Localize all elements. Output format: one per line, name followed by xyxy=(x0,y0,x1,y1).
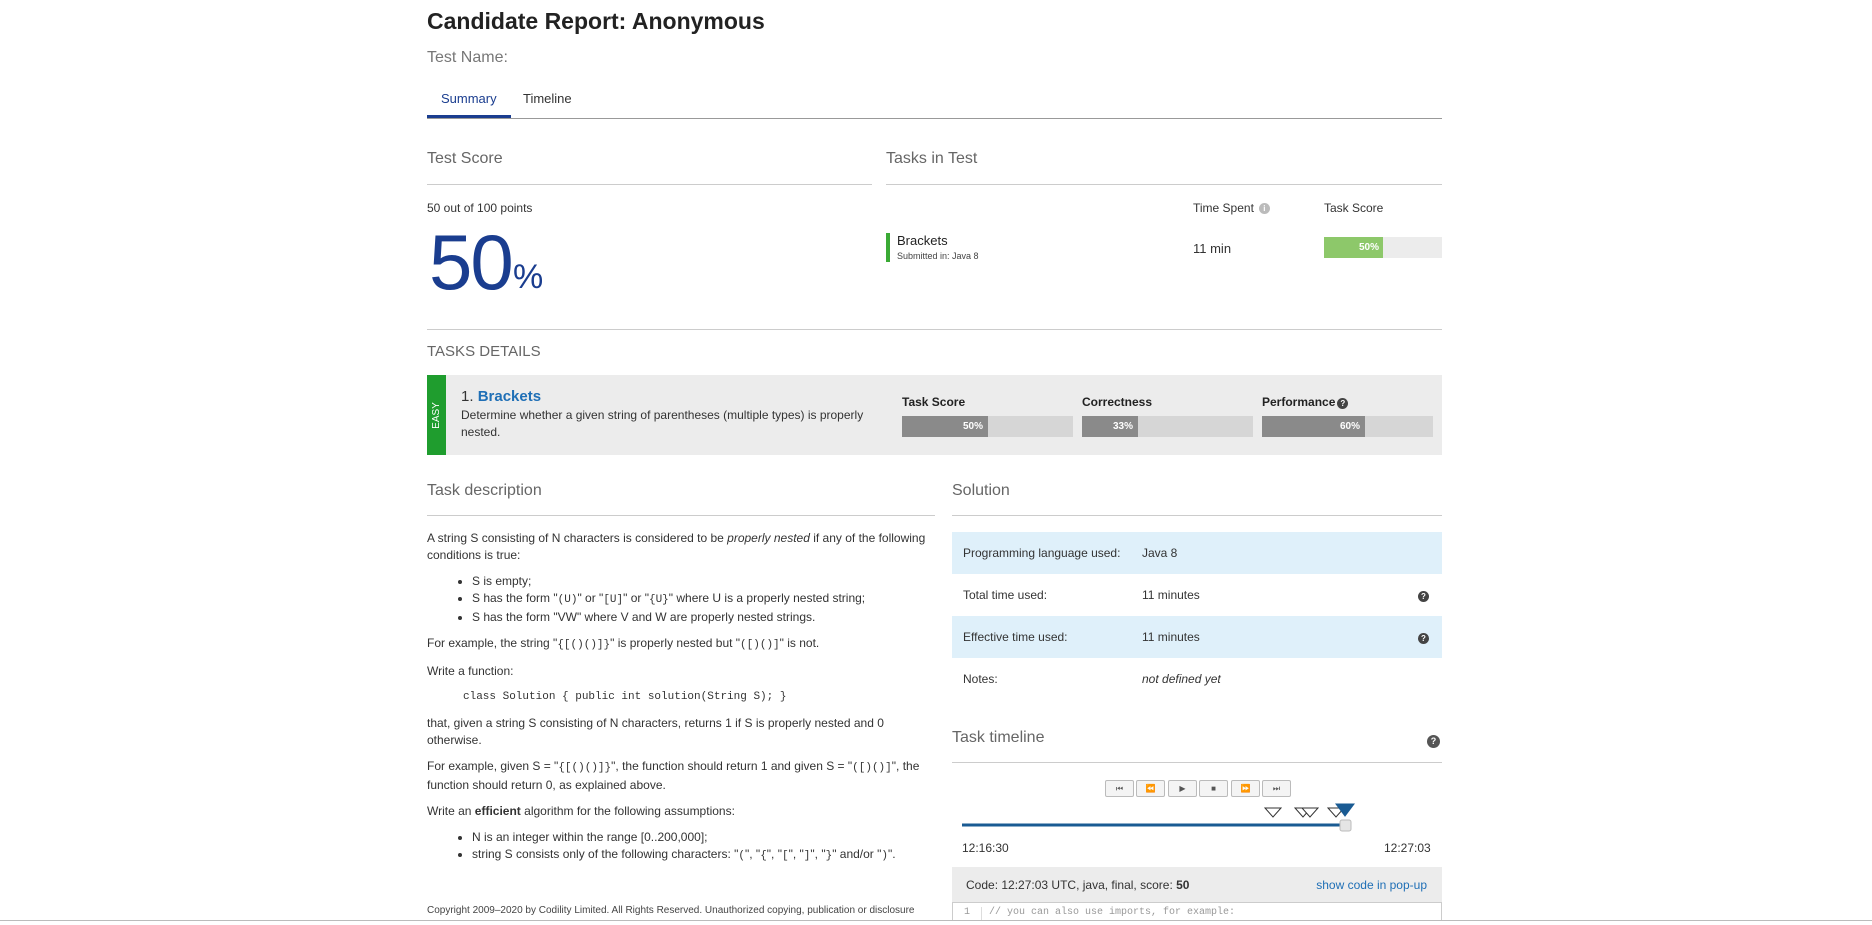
metric-task-score-label: Task Score xyxy=(902,395,966,409)
conditions-list: S is empty; S has the form "(U)" or "[U]… xyxy=(427,573,937,626)
metric-correctness-value: 33% xyxy=(1112,421,1133,432)
help-icon[interactable]: ? xyxy=(1337,398,1349,409)
list-item: S is empty; xyxy=(472,573,937,590)
points-text: 50 out of 100 points xyxy=(427,201,533,215)
metric-task-score-bar: 50% xyxy=(902,416,1073,437)
tasks-details-heading: TASKS DETAILS xyxy=(427,343,541,360)
code-line: // you can also use imports, for example… xyxy=(989,907,1236,918)
solution-row-total-time: Total time used: 11 minutes ? xyxy=(952,574,1442,616)
task-details-title: 1. Brackets xyxy=(461,388,541,405)
metric-performance-header: Performance? xyxy=(1262,395,1349,409)
solution-key: Effective time used: xyxy=(963,630,1068,644)
tab-summary[interactable]: Summary xyxy=(427,90,511,118)
solution-row-effective-time: Effective time used: 11 minutes ? xyxy=(952,616,1442,658)
timeline-start-time: 12:16:30 xyxy=(962,841,1009,855)
desc-example-2: For example, given S = "{[()()]}", the f… xyxy=(427,759,920,792)
function-signature: class Solution { public int solution(Str… xyxy=(463,691,787,703)
tab-timeline[interactable]: Timeline xyxy=(509,90,586,117)
tasks-in-test-divider xyxy=(886,184,1442,185)
timeline-end-time: 12:27:03 xyxy=(1384,841,1431,855)
report-container: Candidate Report: Anonymous Test Name: S… xyxy=(427,0,1442,925)
difficulty-tag: EASY xyxy=(427,375,446,455)
info-icon[interactable]: i xyxy=(1258,203,1270,214)
assumptions-list: N is an integer within the range [0..200… xyxy=(427,829,937,865)
difficulty-label: EASY xyxy=(431,401,442,429)
score-percent-sign: % xyxy=(513,258,544,296)
timeline-track[interactable] xyxy=(952,800,1442,840)
code-info: Code: 12:27:03 UTC, java, final, score: … xyxy=(966,878,1190,892)
code-header: Code: 12:27:03 UTC, java, final, score: … xyxy=(952,867,1442,902)
solution-value: not defined yet xyxy=(1142,672,1221,686)
code-preview: 1 // you can also use imports, for examp… xyxy=(952,902,1442,921)
task-name: Brackets xyxy=(897,233,948,248)
task-score-bar-label: 50% xyxy=(1358,242,1379,253)
task-score-header: Task Score xyxy=(1324,201,1384,215)
time-spent-header: Time Spent i xyxy=(1193,201,1270,215)
list-item: N is an integer within the range [0..200… xyxy=(472,829,937,846)
last-frame-button[interactable]: ⏭ xyxy=(1262,780,1291,797)
task-timeline-heading: Task timeline xyxy=(952,729,1045,746)
solution-key: Programming language used: xyxy=(963,546,1121,560)
solution-row-notes: Notes: not defined yet xyxy=(952,658,1442,700)
play-button[interactable]: ▶ xyxy=(1168,780,1197,797)
metric-correctness-label: Correctness xyxy=(1082,395,1153,409)
metric-performance-value: 60% xyxy=(1339,421,1360,432)
code-line-number: 1 xyxy=(953,907,982,921)
desc-write-function: Write a function: xyxy=(427,664,514,678)
test-name-label: Test Name: xyxy=(427,49,508,66)
summary-divider xyxy=(427,329,1442,330)
help-icon[interactable]: ? xyxy=(1427,735,1440,748)
metric-performance-label: Performance xyxy=(1262,395,1336,409)
copyright-text: Copyright 2009–2020 by Codility Limited.… xyxy=(427,905,915,916)
metric-performance-bar: 60% xyxy=(1262,416,1433,437)
solution-value: 11 minutes xyxy=(1142,588,1200,602)
task-details-card: EASY 1. Brackets Determine whether a giv… xyxy=(427,375,1442,455)
solution-key: Total time used: xyxy=(963,588,1048,602)
tab-bar: Summary Timeline xyxy=(427,88,1442,119)
task-status-bar xyxy=(886,233,890,262)
help-icon[interactable]: ? xyxy=(1418,633,1429,644)
list-item: S has the form "(U)" or "[U]" or "{U}" w… xyxy=(472,590,937,609)
metric-task-score-value: 50% xyxy=(962,421,983,432)
desc-example: For example, the string "{[()()]}" is pr… xyxy=(427,636,820,651)
list-item: S has the form "VW" where V and W are pr… xyxy=(472,609,937,626)
time-spent-label: Time Spent xyxy=(1193,201,1254,215)
task-submitted-language: Submitted in: Java 8 xyxy=(897,251,979,261)
task-description-body: A string S consisting of N characters is… xyxy=(427,530,937,874)
code-score: 50 xyxy=(1176,878,1190,892)
desc-returns: that, given a string S consisting of N c… xyxy=(427,716,884,747)
list-item: string S consists only of the following … xyxy=(472,846,937,865)
viewport-bottom-edge xyxy=(0,920,1872,921)
tasks-in-test-heading: Tasks in Test xyxy=(886,150,978,167)
stop-button[interactable]: ■ xyxy=(1199,780,1228,797)
first-frame-button[interactable]: ⏮ xyxy=(1105,780,1134,797)
task-details-description: Determine whether a given string of pare… xyxy=(461,408,864,439)
task-name-link[interactable]: Brackets xyxy=(478,388,541,405)
snapshot-marker-icon[interactable] xyxy=(1263,807,1283,818)
task-number: 1. xyxy=(461,388,474,405)
timeline-handle[interactable] xyxy=(1339,819,1352,832)
test-score-heading: Test Score xyxy=(427,150,503,167)
show-code-popup-link[interactable]: show code in pop-up xyxy=(1316,878,1427,892)
solution-value: 11 minutes xyxy=(1142,630,1200,644)
timeline-divider xyxy=(952,762,1442,763)
task-description-divider xyxy=(427,515,935,516)
solution-divider xyxy=(952,515,1442,516)
solution-heading: Solution xyxy=(952,482,1010,499)
solution-row-language: Programming language used: Java 8 xyxy=(952,532,1442,574)
metric-correctness-bar: 33% xyxy=(1082,416,1253,437)
task-description-heading: Task description xyxy=(427,482,542,499)
help-icon[interactable]: ? xyxy=(1418,591,1429,602)
task-score-bar: 50% xyxy=(1324,237,1442,258)
task-time-spent: 11 min xyxy=(1193,241,1232,256)
test-score-divider xyxy=(427,184,872,185)
desc-intro: A string S consisting of N characters is… xyxy=(427,531,926,562)
score-percent: 50 xyxy=(429,218,514,306)
solution-key: Notes: xyxy=(963,672,998,686)
rewind-button[interactable]: ⏪ xyxy=(1136,780,1165,797)
forward-button[interactable]: ⏩ xyxy=(1231,780,1260,797)
desc-efficient: Write an efficient algorithm for the fol… xyxy=(427,804,735,818)
page-title: Candidate Report: Anonymous xyxy=(427,8,765,34)
solution-value: Java 8 xyxy=(1142,546,1178,560)
